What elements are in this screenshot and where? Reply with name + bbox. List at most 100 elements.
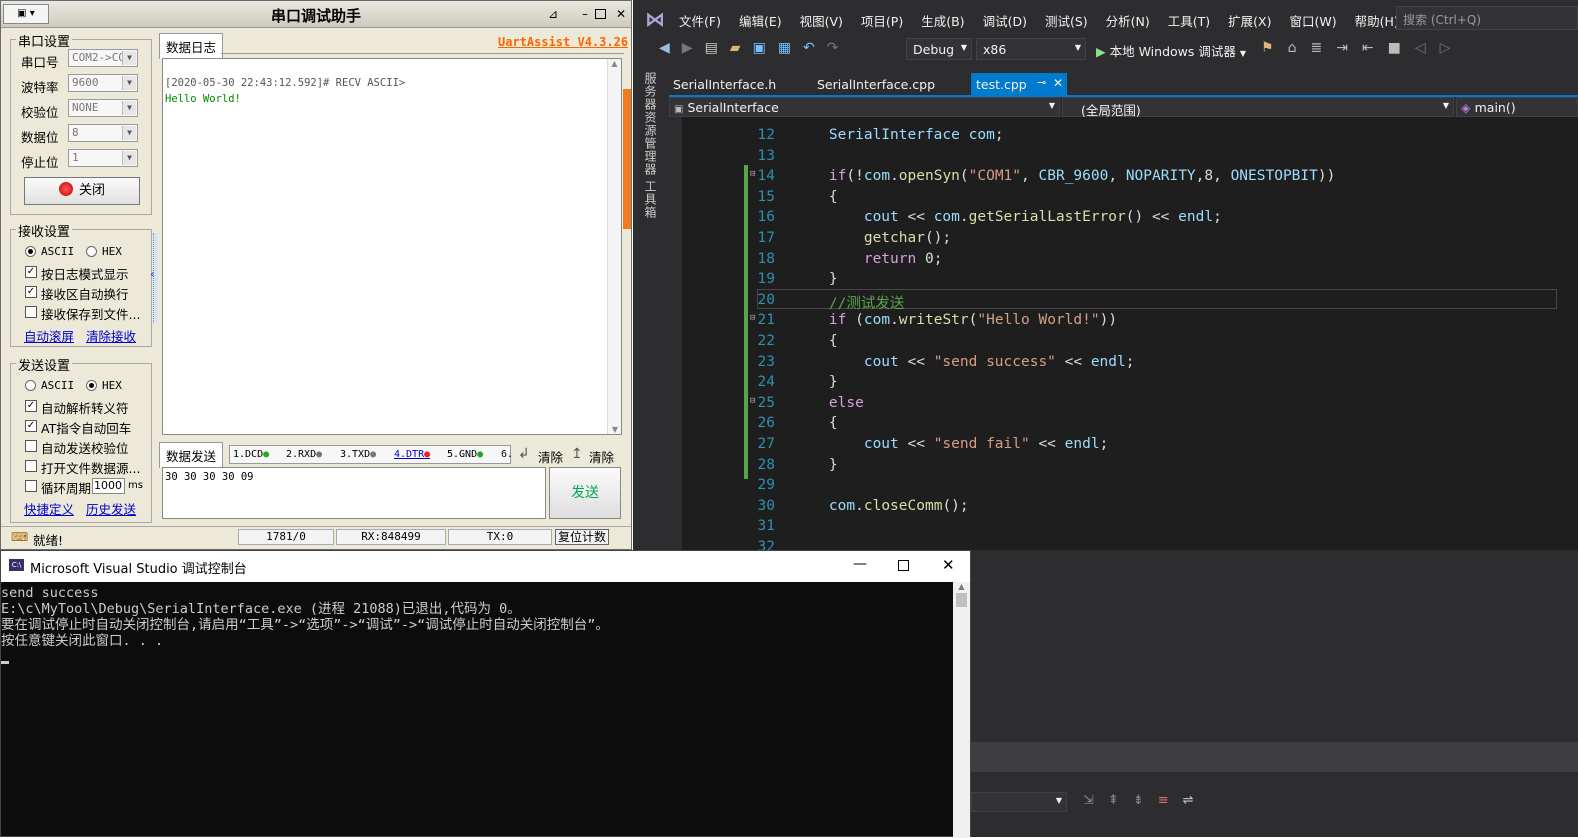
format-icon[interactable]: ≣ [1310, 40, 1322, 56]
save-all-icon[interactable]: ▦ [778, 40, 791, 56]
scroll-up-icon[interactable]: ▲ [953, 582, 970, 591]
nav-class-select[interactable]: ▣ SerialInterface ▼ [669, 97, 1060, 117]
shortcut-link[interactable]: 快捷定义 [24, 499, 74, 518]
clear-receive-link[interactable]: 清除接收 [86, 326, 136, 345]
file-source-checkbox[interactable] [25, 460, 37, 472]
at-return-checkbox[interactable]: ✓ [25, 420, 37, 432]
baud-select[interactable]: 9600 ▼ [68, 74, 138, 92]
toolbox-tab[interactable]: 工具箱 [641, 180, 659, 219]
console-output[interactable]: send success E:\c\MyTool\Debug\SerialInte… [1, 582, 953, 838]
back-icon[interactable]: ◀ [659, 40, 670, 56]
menu-edit[interactable]: 编辑(E) [739, 11, 782, 30]
goto-icon[interactable]: ⇲ [1083, 793, 1094, 808]
send-input-area[interactable]: 30 30 30 30 09 [162, 467, 546, 519]
escape-checkbox[interactable]: ✓ [25, 400, 37, 412]
bookmark-next-icon[interactable]: ▷ [1440, 40, 1451, 56]
pin-tab-icon[interactable]: ⊸ [1037, 76, 1046, 89]
start-debugging-button[interactable]: ▶ 本地 Windows 调试器 ▼ [1096, 41, 1246, 60]
maximize-button[interactable] [595, 9, 606, 19]
recv-hex-radio[interactable] [86, 246, 97, 257]
autowrap-checkbox[interactable]: ✓ [25, 286, 37, 298]
history-link[interactable]: 历史发送 [86, 499, 136, 518]
tab-serialinterface-cpp[interactable]: SerialInterface.cpp [817, 77, 935, 92]
parity-select[interactable]: NONE ▼ [68, 99, 138, 117]
browse-icon[interactable]: ⌂ [1288, 40, 1297, 56]
close-port-button[interactable]: 关闭 [24, 177, 140, 205]
receive-log-area[interactable]: [2020-05-30 22:43:12.592]# RECV ASCII> H… [162, 58, 622, 435]
log-scrollbar[interactable]: ▲ ▼ [607, 59, 621, 434]
log-mode-checkbox[interactable]: ✓ [25, 266, 37, 278]
loop-period-input[interactable]: 1000 [92, 478, 125, 494]
search-input[interactable]: 搜索 (Ctrl+Q) [1396, 6, 1578, 30]
auto-scroll-link[interactable]: 自动滚屏 [24, 326, 74, 345]
nav-function-select[interactable]: ◈ main() [1456, 97, 1578, 117]
bookmark-prev-icon[interactable]: ◁ [1415, 40, 1426, 56]
attach-icon[interactable]: ⚑ [1261, 40, 1274, 56]
close-tab-icon[interactable]: ✕ [1053, 76, 1063, 90]
pin-icon[interactable]: ⊿ [545, 7, 561, 21]
menu-help[interactable]: 帮助(H) [1355, 11, 1399, 30]
maximize-button[interactable] [898, 560, 909, 571]
close-window-button[interactable]: ✕ [613, 7, 629, 21]
scroll-down-icon[interactable]: ▼ [608, 425, 622, 434]
code-editor[interactable]: ⊟ ⊟ ⊟ 12 SerialInterface com; 13 14 if(!co… [682, 117, 1578, 555]
menu-debug[interactable]: 调试(D) [983, 11, 1027, 30]
clear-all-icon[interactable]: ≡ [1158, 793, 1169, 808]
bookmark-icon[interactable]: ■ [1388, 40, 1401, 56]
menu-analyze[interactable]: 分析(N) [1106, 11, 1150, 30]
outdent-icon[interactable]: ⇤ [1362, 40, 1374, 56]
console-scrollbar[interactable]: ▲ [953, 582, 970, 838]
status-tx: TX:0 [448, 529, 552, 545]
indent-icon[interactable]: ⇥ [1336, 40, 1348, 56]
checksum-checkbox[interactable] [25, 440, 37, 452]
send-hex-radio[interactable] [86, 380, 97, 391]
output-source-select[interactable]: ▼ [971, 792, 1067, 812]
stopbits-select[interactable]: 1 ▼ [68, 149, 138, 167]
green-led-icon: ● [477, 449, 484, 460]
minimize-button[interactable]: – [577, 7, 593, 21]
loop-checkbox[interactable] [25, 480, 37, 492]
version-link[interactable]: UartAssist V4.3.26 [498, 35, 628, 49]
redo-icon[interactable]: ↷ [827, 40, 839, 56]
menu-tools[interactable]: 工具(T) [1168, 11, 1210, 30]
scroll-up-icon[interactable]: ▲ [608, 59, 621, 68]
send-button[interactable]: 发送 [549, 467, 621, 519]
word-wrap-icon[interactable]: ⇌ [1183, 793, 1194, 808]
config-select[interactable]: Debug ▼ [906, 38, 972, 60]
tab-data-log[interactable]: 数据日志 [159, 33, 224, 59]
save-icon[interactable]: ▣ [753, 40, 766, 56]
next-message-icon[interactable]: ⇟ [1133, 793, 1144, 808]
send-ascii-radio[interactable] [25, 380, 36, 391]
menu-project[interactable]: 项目(P) [861, 11, 903, 30]
open-folder-icon[interactable]: ▰ [730, 40, 741, 56]
menu-file[interactable]: 文件(F) [679, 11, 721, 30]
save-to-file-checkbox[interactable] [25, 306, 37, 318]
port-select[interactable]: COM2->COM ▼ [68, 49, 138, 67]
scroll-thumb[interactable] [956, 593, 967, 607]
recv-ascii-radio[interactable] [25, 246, 36, 257]
new-item-icon[interactable]: ▤ [705, 40, 718, 56]
menu-test[interactable]: 测试(S) [1045, 11, 1088, 30]
menu-view[interactable]: 视图(V) [800, 11, 843, 30]
reset-count-button[interactable]: 复位计数 [555, 529, 609, 545]
code-line: else [828, 394, 864, 411]
tab-test-cpp[interactable]: test.cpp ⊸ ✕ [971, 73, 1067, 95]
collapse-arrow-icon[interactable]: ‹ [150, 267, 155, 281]
prev-message-icon[interactable]: ⇞ [1108, 793, 1119, 808]
minimize-button[interactable]: — [853, 556, 867, 572]
tab-data-send[interactable]: 数据发送 [159, 442, 224, 468]
databits-select[interactable]: 8 ▼ [68, 124, 138, 142]
pin-dtr[interactable]: 4.DTR● [394, 449, 430, 460]
tab-serialinterface-h[interactable]: SerialInterface.h [673, 77, 776, 92]
close-window-button[interactable]: ✕ [942, 556, 955, 574]
server-explorer-tab[interactable]: 服务器资源管理器 [641, 72, 659, 176]
menu-extensions[interactable]: 扩展(X) [1228, 11, 1271, 30]
clear-button-2[interactable]: 清除 [589, 447, 614, 466]
undo-icon[interactable]: ↶ [803, 40, 815, 56]
menu-window[interactable]: 窗口(W) [1289, 11, 1336, 30]
platform-select[interactable]: x86 ▼ [976, 38, 1086, 60]
nav-scope-select[interactable]: (全局范围) ▼ [1062, 97, 1454, 118]
forward-icon[interactable]: ▶ [682, 40, 693, 56]
menu-build[interactable]: 生成(B) [921, 11, 964, 30]
clear-button-1[interactable]: 清除 [538, 447, 563, 466]
